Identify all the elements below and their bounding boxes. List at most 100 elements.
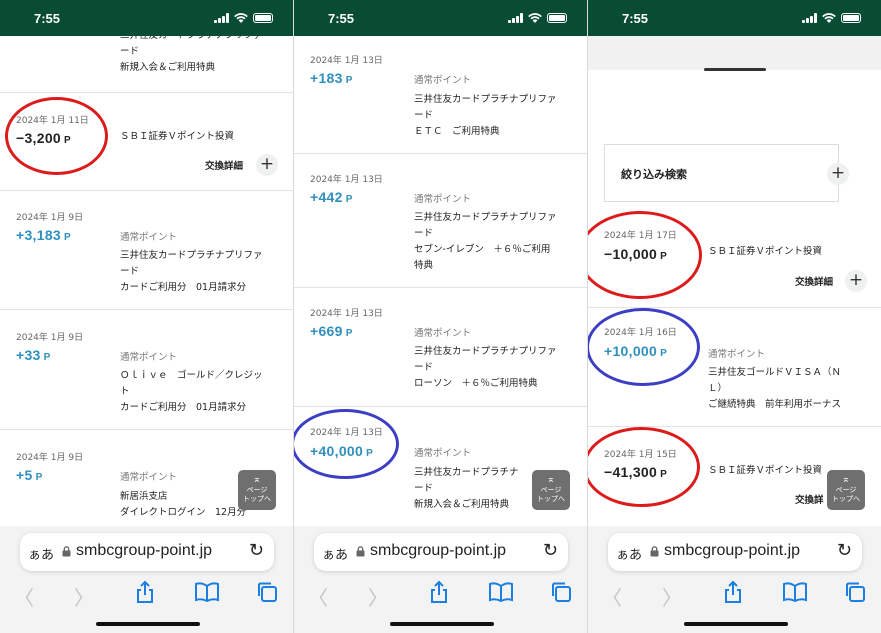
battery-icon [547,13,567,23]
wifi-icon [528,13,542,23]
share-icon[interactable] [723,580,743,604]
reader-aa-button[interactable]: ぁあ [28,544,54,563]
cellular-signal-icon [214,13,229,23]
arrow-up-bar-icon: ⌅ [546,474,556,485]
browser-toolbar: 〈 〉 [294,576,587,610]
browser-toolbar: 〈 〉 [588,576,881,610]
red-circle-annotation [5,97,108,175]
list-item: 2024年 1月 11日 −3,200 P ＳＢＩ証券Ｖポイント投資 交換詳細 + [0,93,293,191]
red-circle-annotation [588,211,702,299]
address-bar[interactable]: ぁあ smbcgroup-point.jp ↻ [314,533,568,571]
expand-plus-icon[interactable]: + [256,154,278,176]
entry-amount: +5 P [16,467,43,483]
url-domain: smbcgroup-point.jp [76,542,213,559]
lock-icon [650,546,659,557]
reload-icon[interactable]: ↻ [837,540,852,561]
cellular-signal-icon [802,13,817,23]
point-history-list: 絞り込み検索 + 2024年 1月 17日 −10,000 P ＳＢＩ証券Ｖポイン… [588,36,881,526]
point-history-list: 三井住友カードプラチナプリファ ード 新規入会＆ご利用特典 2024年 1月 1… [0,36,293,526]
bookmarks-icon[interactable] [782,582,808,602]
entry-desc: Ｏｌｉｖｅ ゴールド／クレジッ ト カードご利用分 01月請求分 [120,370,263,413]
blue-circle-annotation [294,409,399,479]
reload-icon[interactable]: ↻ [249,540,264,561]
list-item: 2024年 1月 13日 +442 P 通常ポイント 三井住友カードプラチナプリフ… [294,154,587,288]
entry-amount: +183 P [310,70,353,86]
status-bar: 7:55 [588,0,881,36]
url-domain: smbcgroup-point.jp [370,542,507,559]
filter-search-label: 絞り込み検索 [621,168,687,181]
address-bar[interactable]: ぁあ smbcgroup-point.jp ↻ [20,533,274,571]
status-bar: 7:55 [294,0,587,36]
status-icons [802,13,861,23]
back-icon[interactable]: 〈 [308,582,328,611]
wifi-icon [822,13,836,23]
share-icon[interactable] [135,580,155,604]
status-bar: 7:55 [0,0,293,36]
entry-point-type: 通常ポイント [414,448,472,459]
list-item: 2024年 1月 16日 +10,000 P 通常ポイント 三井住友ゴールドＶＩＳ… [588,308,881,427]
exchange-detail-link[interactable]: 交換詳細 [205,158,243,172]
exchange-detail-link[interactable]: 交換詳細 [795,274,833,288]
address-bar[interactable]: ぁあ smbcgroup-point.jp ↻ [608,533,862,571]
cellular-signal-icon [508,13,523,23]
list-item: 2024年 1月 13日 +669 P 通常ポイント 三井住友カードプラチナプリフ… [294,288,587,407]
sheet-grabber[interactable] [704,68,766,71]
url-domain: smbcgroup-point.jp [664,542,801,559]
pull-sheet-header [588,36,881,70]
reader-aa-button[interactable]: ぁあ [322,544,348,563]
lock-icon [62,546,71,557]
entry-desc: 三井住友カードプラチナプリファ ード カードご利用分 01月請求分 [120,250,263,293]
list-item: 2024年 1月 9日 +33 P 通常ポイント Ｏｌｉｖｅ ゴールド／クレジッ … [0,310,293,430]
bookmarks-icon[interactable] [194,582,220,602]
browser-toolbar: 〈 〉 [0,576,293,610]
arrow-up-bar-icon: ⌅ [841,474,851,485]
entry-desc: ＳＢＩ証券Ｖポイント投資 [708,246,823,257]
reader-aa-button[interactable]: ぁあ [616,544,642,563]
home-indicator [96,622,200,626]
expand-plus-icon[interactable]: + [845,270,867,292]
bookmarks-icon[interactable] [488,582,514,602]
filter-search-box[interactable]: 絞り込み検索 + [604,144,849,202]
expand-plus-icon[interactable]: + [827,163,849,185]
phone-screen-2: 7:55 2024年 1月 13日 +183 P 通常ポイント 三井住友カードプラ… [294,0,587,633]
forward-icon[interactable]: 〉 [368,582,388,611]
browser-bottom-bar: ぁあ smbcgroup-point.jp ↻ 〈 〉 [588,526,881,633]
forward-icon[interactable]: 〉 [662,582,682,611]
entry-desc: 三井住友カードプラチナ ード 新規入会＆ご利用特典 [414,467,519,510]
entry-point-type: 通常ポイント [414,194,472,205]
page-top-button[interactable]: ⌅ ページ トップへ [532,470,570,510]
tabs-icon[interactable] [256,581,278,603]
forward-icon[interactable]: 〉 [74,582,94,611]
exchange-detail-link[interactable]: 交換詳 [795,492,824,506]
entry-desc: 三井住友カードプラチナプリファ ード ローソン ＋６％ご利用特典 [414,346,557,389]
phone-screen-1: 7:55 三井住友カードプラチナプリファ ード 新規入会＆ご利用特典 2024年… [0,0,293,633]
entry-date: 2024年 1月 9日 [16,453,84,463]
entry-point-type: 通常ポイント [708,349,766,360]
list-item: 2024年 1月 13日 +183 P 通常ポイント 三井住友カードプラチナプリフ… [294,36,587,154]
tabs-icon[interactable] [550,581,572,603]
home-indicator [684,622,788,626]
point-history-list: 2024年 1月 13日 +183 P 通常ポイント 三井住友カードプラチナプリフ… [294,36,587,526]
tabs-icon[interactable] [844,581,866,603]
share-icon[interactable] [429,580,449,604]
entry-desc: 三井住友カードプラチナプリファ ード 新規入会＆ご利用特典 [120,36,263,73]
browser-bottom-bar: ぁあ smbcgroup-point.jp ↻ 〈 〉 [0,526,293,633]
battery-icon [253,13,273,23]
entry-date: 2024年 1月 13日 [310,309,383,319]
list-item: 三井住友カードプラチナプリファ ード 新規入会＆ご利用特典 [0,36,293,93]
entry-amount: +3,183 P [16,227,71,243]
lock-icon [356,546,365,557]
battery-icon [841,13,861,23]
entry-point-type: 通常ポイント [120,472,178,483]
entry-amount: +33 P [16,347,51,363]
status-time: 7:55 [34,11,61,26]
phone-screen-3: 7:55 絞り込み検索 + 2024年 1月 17日 −10,000 P ＳＢＩ証… [588,0,881,633]
status-time: 7:55 [328,11,355,26]
reload-icon[interactable]: ↻ [543,540,558,561]
back-icon[interactable]: 〈 [602,582,622,611]
blue-circle-annotation [588,308,700,386]
page-top-button[interactable]: ⌅ ページ トップへ [827,470,865,510]
entry-amount: +442 P [310,189,353,205]
page-top-button[interactable]: ⌅ ページ トップへ [238,470,276,510]
back-icon[interactable]: 〈 [14,582,34,611]
